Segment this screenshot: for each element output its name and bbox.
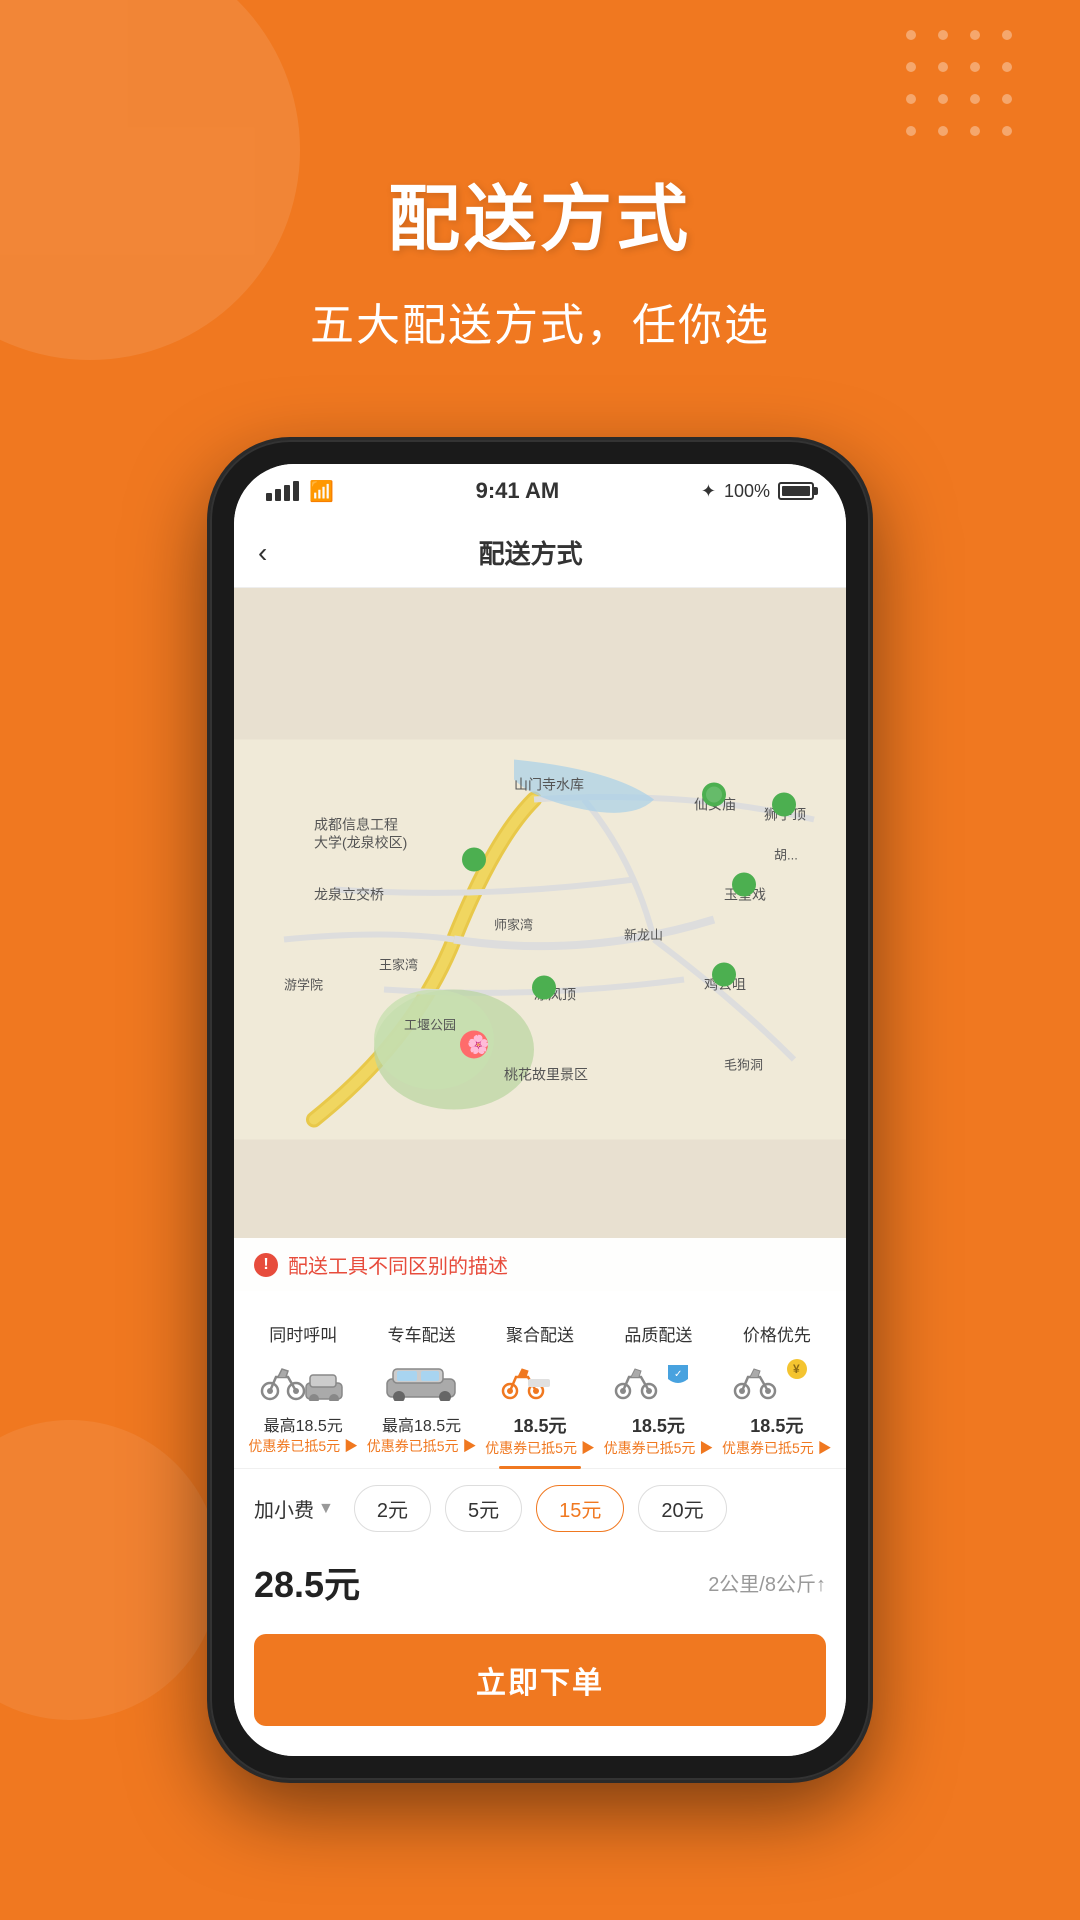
service-price-2: 最高18.5元	[382, 1412, 461, 1436]
battery-fill	[782, 486, 810, 496]
order-button[interactable]: 立即下单	[254, 1634, 826, 1726]
service-option-price-first[interactable]: 价格优先 ¥	[718, 1311, 836, 1468]
status-right: ✦ 100%	[701, 481, 814, 502]
fee-opt-15[interactable]: 15元	[536, 1485, 624, 1532]
warning-text: 配送工具不同区别的描述	[288, 1250, 508, 1279]
battery-text: 100%	[724, 481, 770, 502]
wifi-icon: 📶	[309, 479, 334, 504]
fee-opt-20[interactable]: 20元	[638, 1485, 726, 1532]
service-option-simultaneous[interactable]: 同时呼叫	[244, 1311, 362, 1468]
extra-fee-row: 加小费 ▼ 2元 5元 15元 20元	[234, 1469, 846, 1548]
service-icon-5: ¥	[732, 1354, 822, 1404]
svg-text:🌸: 🌸	[467, 1034, 489, 1055]
warning-banner: ! 配送工具不同区别的描述	[234, 1238, 846, 1291]
service-price-5: 18.5元	[750, 1412, 803, 1438]
service-coupon-1: 优惠券已抵5元 ▶	[248, 1436, 358, 1456]
bottom-sheet: 同时呼叫	[234, 1291, 846, 1756]
battery-icon	[778, 482, 814, 500]
dots-grid	[906, 30, 1020, 144]
service-name-4: 品质配送	[624, 1321, 692, 1346]
bluetooth-icon: ✦	[701, 481, 716, 502]
fee-opt-2[interactable]: 2元	[354, 1485, 431, 1532]
service-coupon-4: 优惠券已抵5元 ▶	[604, 1438, 714, 1458]
sub-title: 五大配送方式，任你选	[0, 289, 1080, 353]
svg-text:桃花故里景区: 桃花故里景区	[504, 1067, 588, 1083]
svg-text:游学院: 游学院	[284, 978, 323, 993]
signal-bars	[266, 481, 299, 501]
phone-screen: 📶 9:41 AM ✦ 100% ‹ 配送方式	[234, 464, 846, 1756]
service-option-aggregate[interactable]: 聚合配送 18.5元	[481, 1311, 599, 1468]
svg-text:龙泉立交桥: 龙泉立交桥	[314, 887, 384, 903]
map-svg: 成都信息工程 大学(龙泉校区) 龙泉立交桥 山门寺水库 仙女庙 狮子顶 游学院 …	[234, 588, 846, 1291]
main-title: 配送方式	[0, 160, 1080, 265]
svg-text:¥: ¥	[793, 1362, 800, 1376]
header-section: 配送方式 五大配送方式，任你选	[0, 160, 1080, 353]
service-price-4: 18.5元	[632, 1412, 685, 1438]
svg-text:毛狗洞: 毛狗洞	[724, 1058, 763, 1073]
service-name-3: 聚合配送	[506, 1321, 574, 1346]
svg-text:成都信息工程: 成都信息工程	[314, 817, 398, 833]
status-left: 📶	[266, 479, 334, 504]
nav-title: 配送方式	[287, 534, 774, 571]
svg-text:工堰公园: 工堰公园	[404, 1018, 456, 1033]
svg-text:✓: ✓	[674, 1369, 682, 1380]
bg-circle-bottom	[0, 1420, 220, 1720]
svg-text:新龙山: 新龙山	[624, 928, 663, 943]
svg-text:山门寺水库: 山门寺水库	[514, 777, 584, 793]
svg-text:王家湾: 王家湾	[379, 958, 418, 973]
total-row: 28.5元 2公里/8公斤↑	[234, 1548, 846, 1624]
service-options: 同时呼叫	[234, 1291, 846, 1469]
service-icon-1	[258, 1354, 348, 1404]
service-icon-3	[495, 1354, 585, 1404]
map-area: 成都信息工程 大学(龙泉校区) 龙泉立交桥 山门寺水库 仙女庙 狮子顶 游学院 …	[234, 588, 846, 1291]
status-bar: 📶 9:41 AM ✦ 100%	[234, 464, 846, 518]
service-icon-4: ✓	[613, 1354, 703, 1404]
fee-opt-5[interactable]: 5元	[445, 1485, 522, 1532]
service-coupon-2: 优惠券已抵5元 ▶	[367, 1436, 477, 1456]
phone-mockup: 📶 9:41 AM ✦ 100% ‹ 配送方式	[210, 440, 870, 1780]
distance-info: 2公里/8公斤↑	[708, 1568, 826, 1597]
service-coupon-5: 优惠券已抵5元 ▶	[722, 1438, 832, 1458]
svg-text:胡...: 胡...	[774, 848, 798, 863]
svg-text:大学(龙泉校区): 大学(龙泉校区)	[314, 835, 407, 851]
service-icon-2	[377, 1354, 467, 1404]
service-coupon-3: 优惠券已抵5元 ▶	[485, 1438, 595, 1458]
status-time: 9:41 AM	[476, 478, 560, 504]
fee-options: 2元 5元 15元 20元	[354, 1485, 727, 1532]
service-name-2: 专车配送	[388, 1321, 456, 1346]
service-price-3: 18.5元	[513, 1412, 566, 1438]
total-price: 28.5元	[254, 1556, 360, 1608]
nav-bar: ‹ 配送方式	[234, 518, 846, 588]
back-button[interactable]: ‹	[258, 537, 267, 569]
svg-text:师家湾: 师家湾	[494, 918, 533, 933]
warning-icon: !	[254, 1253, 278, 1277]
service-option-car[interactable]: 专车配送 最高18.5元 优惠券已抵	[362, 1311, 480, 1468]
extra-fee-label: 加小费 ▼	[254, 1494, 334, 1523]
service-option-quality[interactable]: 品质配送 ✓	[599, 1311, 717, 1468]
service-name-1: 同时呼叫	[269, 1321, 337, 1346]
phone-outer: 📶 9:41 AM ✦ 100% ‹ 配送方式	[210, 440, 870, 1780]
service-name-5: 价格优先	[743, 1321, 811, 1346]
service-price-1: 最高18.5元	[264, 1412, 343, 1436]
